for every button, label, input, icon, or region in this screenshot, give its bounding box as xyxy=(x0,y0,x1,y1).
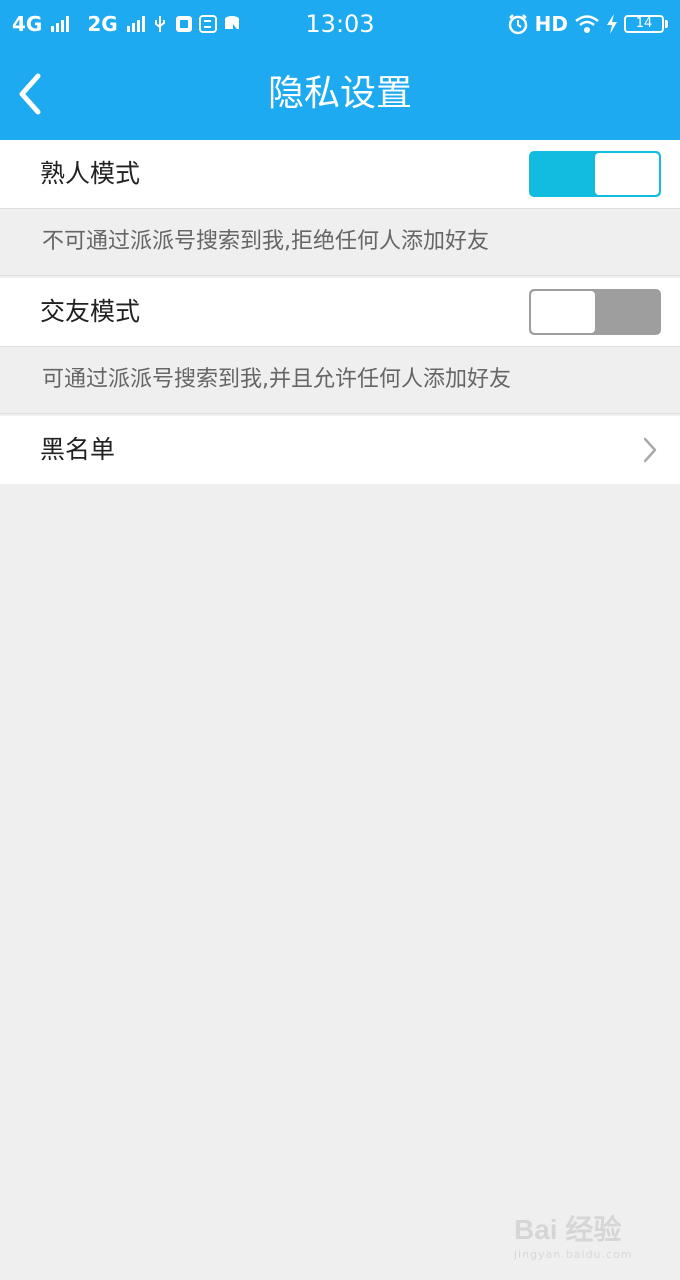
charging-icon xyxy=(607,14,617,34)
acquaintance-mode-row: 熟人模式 xyxy=(0,140,680,208)
status-right: HD 14 xyxy=(507,0,668,48)
toggle-knob xyxy=(531,291,595,333)
blacklist-row[interactable]: 黑名单 xyxy=(0,416,680,484)
battery-level: 14 xyxy=(624,15,664,33)
toggle-knob xyxy=(595,153,659,195)
watermark-logo: Bai 经验 xyxy=(514,1214,622,1245)
friend-mode-description-text: 可通过派派号搜索到我,并且允许任何人添加好友 xyxy=(42,367,511,392)
acquaintance-mode-label: 熟人模式 xyxy=(40,159,141,188)
watermark: Bai 经验 jingyan.baidu.com xyxy=(514,1208,644,1261)
watermark-url: jingyan.baidu.com xyxy=(514,1248,633,1261)
navigation-bar: 隐私设置 xyxy=(0,48,680,140)
status-bar: 4G 2G 13:03 HD 14 xyxy=(0,0,680,48)
acquaintance-mode-description-text: 不可通过派派号搜索到我,拒绝任何人添加好友 xyxy=(42,229,489,254)
alarm-icon xyxy=(508,14,527,35)
battery-icon: 14 xyxy=(624,15,668,33)
chevron-right-icon xyxy=(643,437,657,463)
blacklist-label: 黑名单 xyxy=(40,435,116,464)
friend-mode-toggle[interactable] xyxy=(529,289,661,335)
friend-mode-row: 交友模式 xyxy=(0,278,680,346)
page-title: 隐私设置 xyxy=(267,73,412,114)
acquaintance-mode-toggle[interactable] xyxy=(529,151,661,197)
friend-mode-description: 可通过派派号搜索到我,并且允许任何人添加好友 xyxy=(0,346,680,414)
hd-label: HD xyxy=(534,12,568,36)
wifi-icon xyxy=(575,15,599,33)
friend-mode-label: 交友模式 xyxy=(40,297,141,326)
acquaintance-mode-description: 不可通过派派号搜索到我,拒绝任何人添加好友 xyxy=(0,208,680,276)
